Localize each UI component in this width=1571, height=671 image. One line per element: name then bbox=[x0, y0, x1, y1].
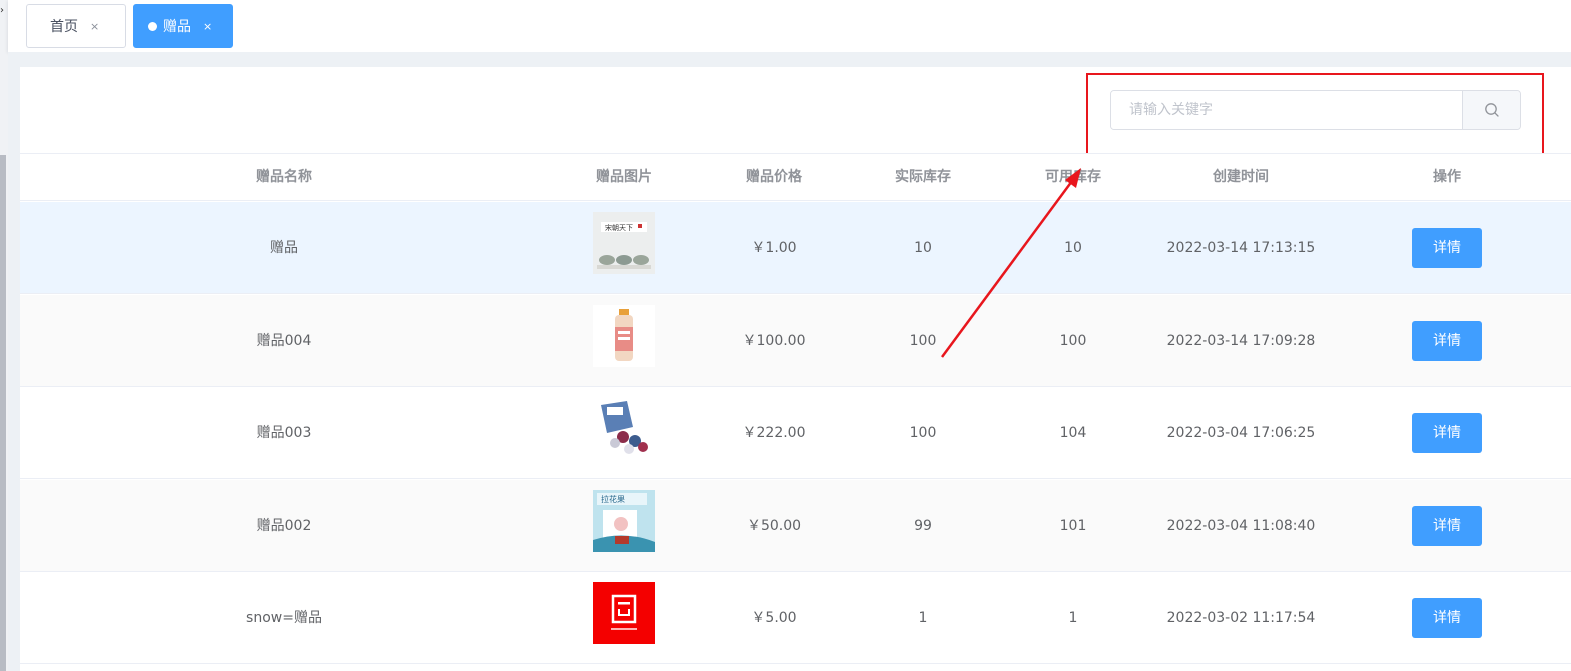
created-time: 2022-03-02 11:17:54 bbox=[1166, 610, 1316, 626]
red-bag-product-image bbox=[593, 582, 655, 644]
snack-package-product-image: 拉花果 bbox=[593, 490, 655, 552]
column-header-created: 创建时间 bbox=[1213, 169, 1269, 185]
available-stock: 1 bbox=[1068, 610, 1078, 626]
candy-bag-product-image bbox=[593, 397, 655, 459]
column-header-available-stock: 可用库存 bbox=[1045, 169, 1101, 185]
detail-button[interactable]: 详情 bbox=[1412, 321, 1482, 361]
tab-gifts-close-icon[interactable]: × bbox=[203, 21, 212, 32]
gift-name: 赠品004 bbox=[256, 333, 312, 349]
column-header-image: 赠品图片 bbox=[596, 169, 652, 185]
column-header-name: 赠品名称 bbox=[256, 169, 312, 185]
table-row[interactable]: 赠品003 ￥222.00 100 104 2022-03-04 17:06:2… bbox=[20, 387, 1571, 479]
table-row[interactable]: 赠品 宋朝天下 ￥1.00 10 10 2022-03-14 17:13:15 … bbox=[20, 202, 1571, 294]
table-row[interactable]: 赠品002 拉花果 ￥50.00 99 101 2022-03-04 11:08… bbox=[20, 480, 1571, 572]
gift-name: snow=赠品 bbox=[246, 610, 322, 626]
sidebar-scrollbar[interactable] bbox=[0, 155, 6, 671]
drink-bottle-product-image bbox=[593, 305, 655, 367]
gift-price: ￥100.00 bbox=[742, 333, 806, 349]
created-time: 2022-03-14 17:13:15 bbox=[1166, 240, 1316, 256]
available-stock: 100 bbox=[1059, 333, 1087, 349]
available-stock: 10 bbox=[1064, 240, 1082, 256]
detail-button[interactable]: 详情 bbox=[1412, 228, 1482, 268]
search-input[interactable] bbox=[1111, 91, 1462, 129]
svg-text:宋朝天下: 宋朝天下 bbox=[605, 223, 633, 232]
available-stock: 101 bbox=[1059, 518, 1087, 534]
tab-home-label: 首页 bbox=[50, 19, 78, 35]
actual-stock: 100 bbox=[909, 425, 937, 441]
tab-home[interactable]: 首页 × bbox=[26, 4, 126, 48]
detail-button[interactable]: 详情 bbox=[1412, 506, 1482, 546]
detail-button[interactable]: 详情 bbox=[1412, 598, 1482, 638]
created-time: 2022-03-14 17:09:28 bbox=[1166, 333, 1316, 349]
svg-text:拉花果: 拉花果 bbox=[601, 494, 625, 504]
gift-name: 赠品 bbox=[270, 240, 298, 256]
gift-price: ￥50.00 bbox=[746, 518, 802, 534]
table-header: 赠品名称 赠品图片 赠品价格 实际库存 可用库存 创建时间 操作 bbox=[20, 153, 1571, 201]
table-row[interactable]: snow=赠品 ￥5.00 1 1 2022-03-02 11:17:54 详情 bbox=[20, 572, 1571, 664]
actual-stock: 10 bbox=[914, 240, 932, 256]
search-box bbox=[1110, 90, 1521, 130]
table-row[interactable]: 赠品004 ￥100.00 100 100 2022-03-14 17:09:2… bbox=[20, 295, 1571, 387]
gift-price: ￥1.00 bbox=[751, 240, 797, 256]
gift-name: 赠品002 bbox=[256, 518, 312, 534]
gift-name: 赠品003 bbox=[256, 425, 312, 441]
available-stock: 104 bbox=[1059, 425, 1087, 441]
tab-gifts-label: 赠品 bbox=[163, 19, 191, 35]
actual-stock: 1 bbox=[918, 610, 928, 626]
column-header-action: 操作 bbox=[1433, 169, 1461, 185]
tea-cups-product-image: 宋朝天下 bbox=[593, 212, 655, 274]
edge-caret-icon: › bbox=[0, 5, 4, 16]
tab-gifts[interactable]: 赠品 × bbox=[133, 4, 233, 48]
column-header-price: 赠品价格 bbox=[746, 169, 802, 185]
created-time: 2022-03-04 17:06:25 bbox=[1166, 425, 1316, 441]
actual-stock: 100 bbox=[909, 333, 937, 349]
search-button[interactable] bbox=[1462, 91, 1520, 129]
tab-home-close-icon[interactable]: × bbox=[90, 21, 99, 32]
gift-price: ￥5.00 bbox=[751, 610, 797, 626]
created-time: 2022-03-04 11:08:40 bbox=[1166, 518, 1316, 534]
left-edge-strip: › bbox=[0, 0, 8, 671]
actual-stock: 99 bbox=[914, 518, 932, 534]
detail-button[interactable]: 详情 bbox=[1412, 413, 1482, 453]
active-dot-icon bbox=[148, 21, 157, 31]
column-header-actual-stock: 实际库存 bbox=[895, 169, 951, 185]
gift-price: ￥222.00 bbox=[742, 425, 806, 441]
tags-view-bar: 首页 × 赠品 × bbox=[8, 0, 1571, 52]
search-icon bbox=[1484, 103, 1499, 117]
